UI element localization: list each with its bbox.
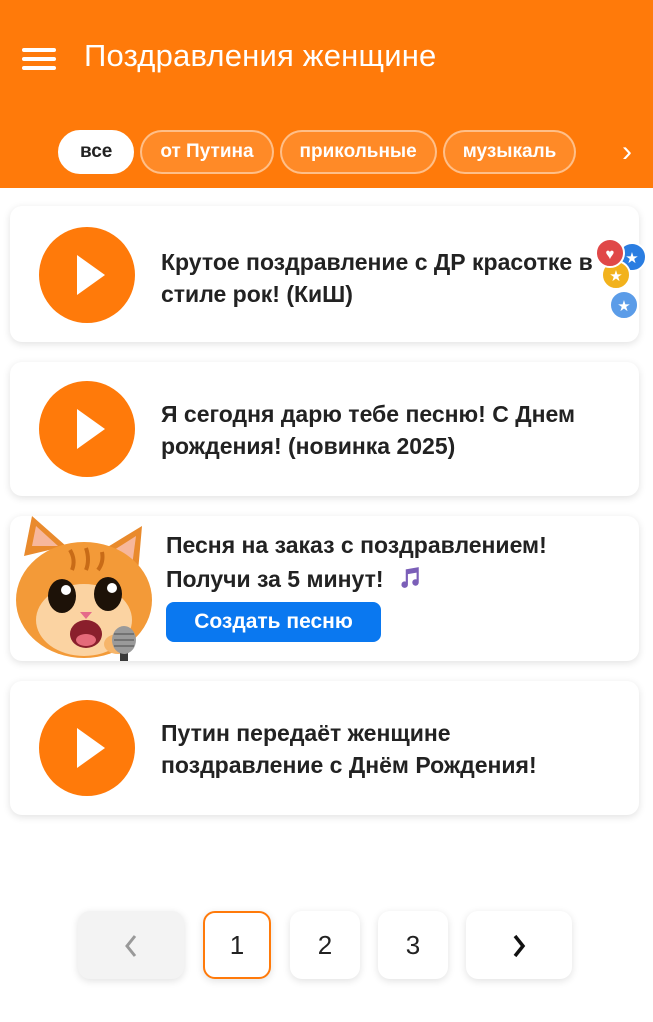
app-header: Поздравления женщине все от Путина приколь… [0, 0, 653, 188]
list-item[interactable]: Я сегодня дарю тебе песню! С Днем рожден… [10, 362, 639, 496]
chip-from-putin[interactable]: от Путина [140, 130, 274, 174]
music-note-icon [401, 567, 419, 588]
page-title: Поздравления женщине [84, 38, 437, 73]
prev-page-button[interactable] [78, 911, 184, 979]
list-item[interactable]: Крутое поздравление с ДР красотке в стил… [10, 206, 639, 342]
chip-funny[interactable]: прикольные [279, 130, 437, 174]
play-button[interactable] [39, 700, 135, 796]
item-title: Крутое поздравление с ДР красотке в стил… [161, 249, 593, 307]
star-icon: ★ [609, 290, 639, 320]
heart-icon: ♥ [595, 238, 625, 268]
page-button-1[interactable]: 1 [203, 911, 271, 979]
floating-badges[interactable]: ♥ ★ ★ ★ [593, 236, 653, 326]
chevron-right-icon[interactable]: › [612, 137, 642, 168]
list-item[interactable]: Путин передаёт женщине поздравление с Дн… [10, 681, 639, 815]
hamburger-menu-icon[interactable] [22, 45, 58, 73]
chip-all[interactable]: все [58, 130, 135, 174]
item-title: Я сегодня дарю тебе песню! С Днем рожден… [161, 401, 575, 459]
promo-line-2: Получи за 5 минут! [166, 562, 422, 596]
chip-musical[interactable]: музыкаль [442, 130, 577, 174]
next-page-button[interactable] [466, 911, 572, 979]
create-song-button[interactable]: Создать песню [166, 602, 381, 642]
page-button-2[interactable]: 2 [290, 911, 360, 979]
chevron-right-icon [513, 934, 526, 958]
filter-chips: все от Путина прикольные музыкаль [58, 130, 591, 176]
play-button[interactable] [39, 381, 135, 477]
play-button[interactable] [39, 227, 135, 323]
chevron-left-icon [125, 935, 137, 957]
item-title: Путин передаёт женщине поздравление с Дн… [161, 720, 537, 778]
singing-cat-illustration [16, 516, 152, 661]
promo-line-1: Песня на заказ с поздравлением! [166, 532, 547, 558]
page-button-3[interactable]: 3 [378, 911, 448, 979]
